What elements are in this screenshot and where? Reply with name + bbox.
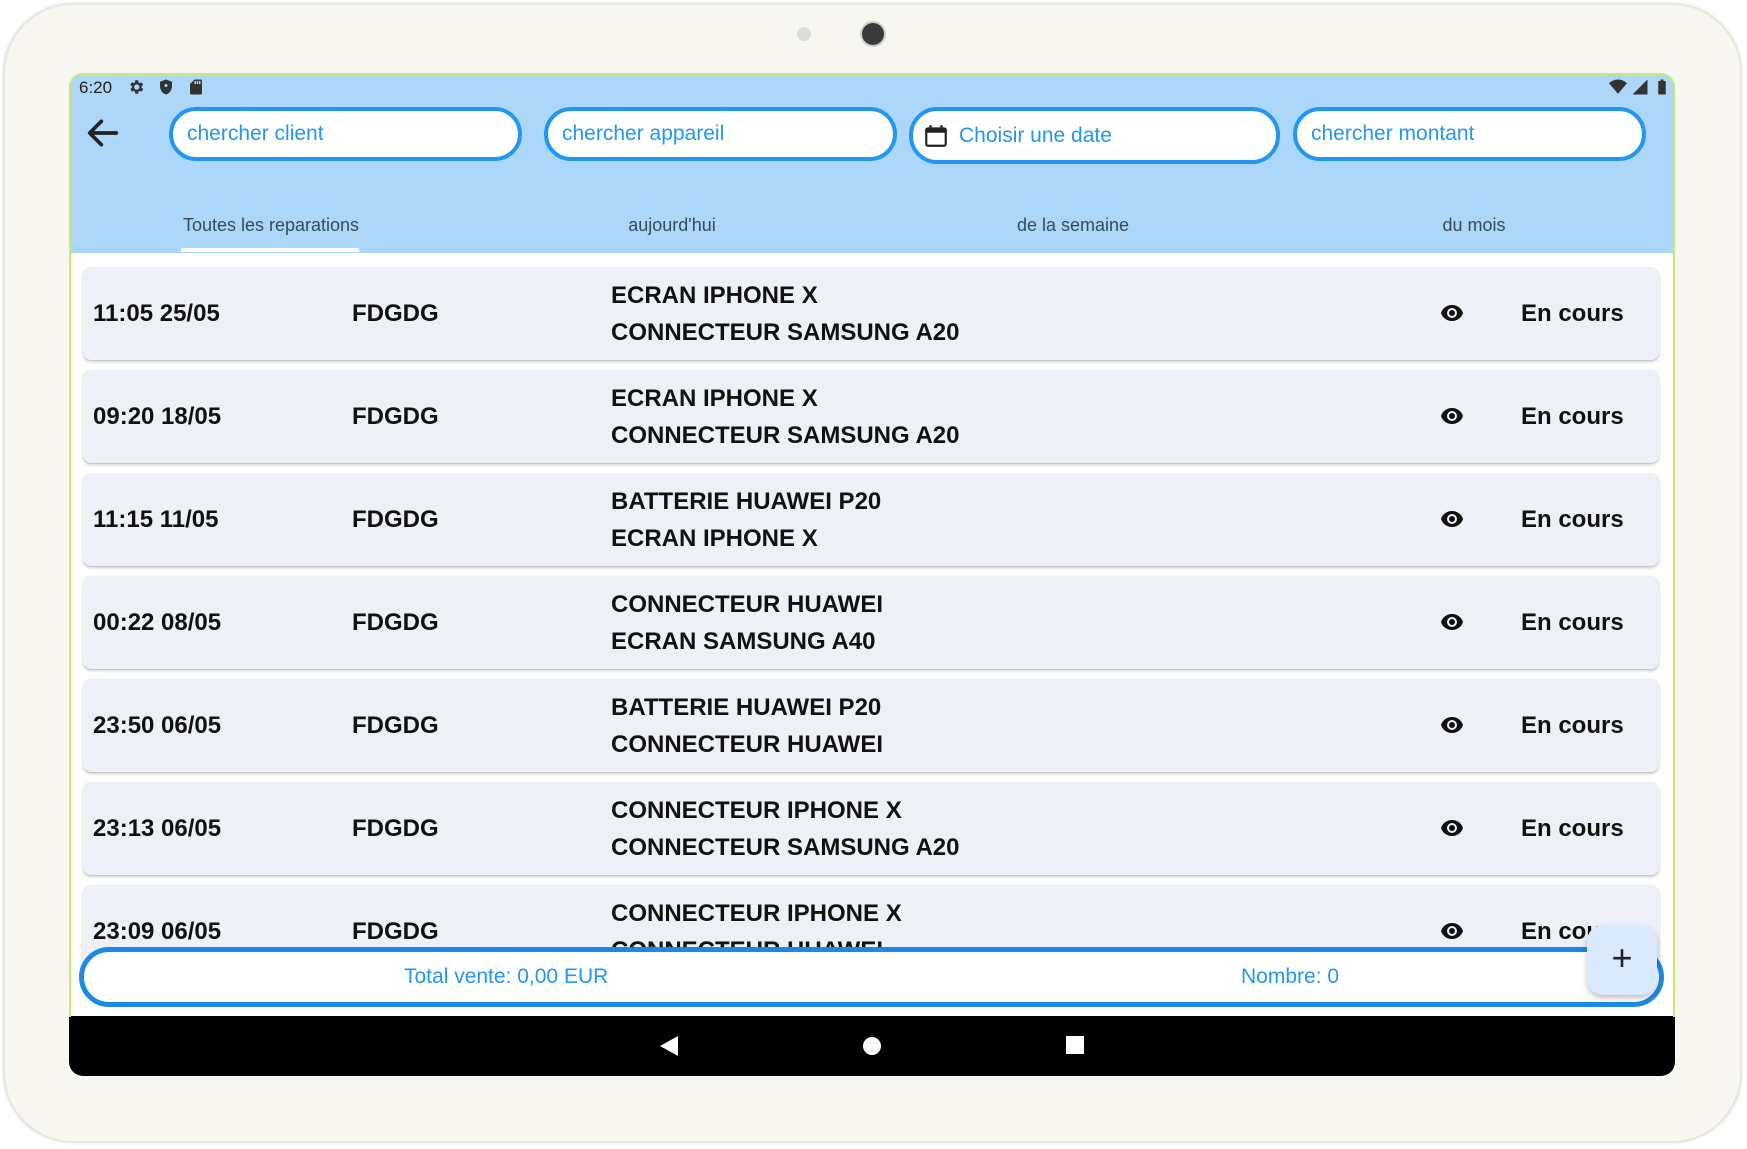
search-client-input[interactable]: chercher client — [169, 107, 522, 161]
repair-status: En cours — [1521, 403, 1624, 430]
tab-week-label: de la semaine — [1016, 215, 1130, 235]
eye-icon[interactable] — [1440, 921, 1464, 941]
repair-status: En cours — [1521, 609, 1624, 636]
tab-today[interactable]: aujourd'hui — [472, 201, 872, 249]
calendar-icon — [925, 125, 947, 147]
date-picker-button[interactable]: Choisir une date — [909, 107, 1280, 164]
date-picker-label: Choisir une date — [959, 124, 1112, 147]
repair-device-1: CONNECTEUR HUAWEI — [611, 591, 884, 618]
eye-icon[interactable] — [1440, 303, 1464, 323]
camera-lens — [862, 23, 884, 45]
repair-datetime: 09:20 18/05 — [93, 403, 222, 430]
tab-week[interactable]: de la semaine — [873, 201, 1273, 249]
android-nav-bar — [69, 1016, 1675, 1076]
search-client-placeholder: chercher client — [187, 122, 324, 145]
repair-devices: ECRAN IPHONE X CONNECTEUR SAMSUNG A20 — [611, 277, 959, 351]
repair-count: Nombre: 0 — [1241, 965, 1340, 988]
tab-month-label: du mois — [1442, 215, 1506, 235]
eye-icon[interactable] — [1440, 509, 1464, 529]
repair-datetime: 23:50 06/05 — [93, 712, 222, 739]
repair-devices: BATTERIE HUAWEI P20 ECRAN IPHONE X — [611, 483, 881, 557]
signal-icon — [1632, 79, 1648, 95]
repair-device-1: ECRAN IPHONE X — [611, 385, 818, 412]
repair-device-1: CONNECTEUR IPHONE X — [611, 900, 902, 927]
nav-recents-icon[interactable] — [1065, 1035, 1085, 1055]
eye-icon[interactable] — [1440, 406, 1464, 426]
repair-card[interactable]: 00:22 08/05 FDGDG CONNECTEUR HUAWEI ECRA… — [83, 576, 1659, 669]
repair-device-1: ECRAN IPHONE X — [611, 282, 818, 309]
search-amount-placeholder: chercher montant — [1311, 122, 1475, 145]
repair-datetime: 11:15 11/05 — [93, 506, 219, 533]
shield-icon — [160, 79, 172, 95]
total-sales: Total vente: 0,00 EUR — [404, 965, 609, 988]
eye-icon[interactable] — [1440, 612, 1464, 632]
tab-month[interactable]: du mois — [1274, 201, 1674, 249]
nav-home-icon[interactable] — [861, 1035, 883, 1057]
repair-device-2: ECRAN IPHONE X — [611, 525, 818, 552]
repair-status: En cours — [1521, 815, 1624, 842]
repair-card[interactable]: 11:05 25/05 FDGDG ECRAN IPHONE X CONNECT… — [83, 267, 1659, 360]
repair-devices: ECRAN IPHONE X CONNECTEUR SAMSUNG A20 — [611, 380, 959, 454]
plus-icon: + — [1611, 937, 1633, 978]
eye-icon[interactable] — [1440, 715, 1464, 735]
sd-card-icon — [190, 79, 202, 95]
repair-client: FDGDG — [352, 403, 439, 430]
repair-card[interactable]: 09:20 18/05 FDGDG ECRAN IPHONE X CONNECT… — [83, 370, 1659, 463]
search-amount-input[interactable]: chercher montant — [1293, 107, 1646, 161]
repair-client: FDGDG — [352, 506, 439, 533]
repair-status: En cours — [1521, 300, 1624, 327]
repair-device-2: CONNECTEUR HUAWEI — [611, 731, 884, 758]
repair-datetime: 11:05 25/05 — [93, 300, 220, 327]
repair-devices: CONNECTEUR IPHONE X CONNECTEUR SAMSUNG A… — [611, 792, 959, 866]
device-screen: 6:20 chercher client chercher appareil C… — [69, 73, 1675, 1076]
wifi-icon — [1609, 79, 1627, 94]
battery-icon — [1658, 79, 1666, 95]
repair-client: FDGDG — [352, 815, 439, 842]
repair-card[interactable]: 23:50 06/05 FDGDG BATTERIE HUAWEI P20 CO… — [83, 679, 1659, 772]
back-arrow-icon[interactable] — [83, 113, 123, 153]
repair-devices: BATTERIE HUAWEI P20 CONNECTEUR HUAWEI — [611, 689, 883, 763]
repair-status: En cours — [1521, 506, 1624, 533]
repair-datetime: 23:13 06/05 — [93, 815, 222, 842]
repair-device-1: CONNECTEUR IPHONE X — [611, 797, 902, 824]
repair-device-1: BATTERIE HUAWEI P20 — [611, 488, 882, 515]
repair-devices: CONNECTEUR HUAWEI ECRAN SAMSUNG A40 — [611, 586, 883, 660]
sales-summary-bar: Total vente: 0,00 EUR Nombre: 0 — [79, 947, 1664, 1007]
tab-indicator — [181, 248, 359, 252]
repair-client: FDGDG — [352, 712, 439, 739]
repair-device-2: CONNECTEUR SAMSUNG A20 — [611, 422, 960, 449]
sensor-dot — [797, 27, 811, 41]
gear-icon — [130, 80, 144, 94]
status-time: 6:20 — [79, 78, 113, 97]
add-repair-button[interactable]: + — [1587, 925, 1657, 995]
tab-today-label: aujourd'hui — [628, 215, 716, 235]
eye-icon[interactable] — [1440, 818, 1464, 838]
nav-back-icon[interactable] — [658, 1034, 680, 1058]
app-header: 6:20 chercher client chercher appareil C… — [69, 73, 1675, 253]
repair-datetime: 00:22 08/05 — [93, 609, 222, 636]
tab-all-repairs-label: Toutes les reparations — [182, 215, 360, 235]
repair-device-2: ECRAN SAMSUNG A40 — [611, 628, 876, 655]
repair-client: FDGDG — [352, 609, 439, 636]
search-device-input[interactable]: chercher appareil — [544, 107, 897, 161]
search-device-placeholder: chercher appareil — [562, 122, 725, 145]
repair-status: En cours — [1521, 712, 1624, 739]
repair-card[interactable]: 23:13 06/05 FDGDG CONNECTEUR IPHONE X CO… — [83, 782, 1659, 875]
repairs-list[interactable]: 11:05 25/05 FDGDG ECRAN IPHONE X CONNECT… — [69, 253, 1675, 1013]
repair-device-1: BATTERIE HUAWEI P20 — [611, 694, 882, 721]
status-bar: 6:20 — [69, 73, 1675, 101]
repair-device-2: CONNECTEUR SAMSUNG A20 — [611, 834, 960, 861]
repair-card[interactable]: 11:15 11/05 FDGDG BATTERIE HUAWEI P20 EC… — [83, 473, 1659, 566]
tab-all-repairs[interactable]: Toutes les reparations — [71, 201, 471, 249]
repair-device-2: CONNECTEUR SAMSUNG A20 — [611, 319, 960, 346]
repair-client: FDGDG — [352, 300, 439, 327]
